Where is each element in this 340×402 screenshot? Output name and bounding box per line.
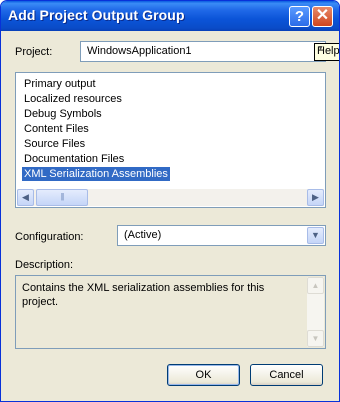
cancel-button[interactable]: Cancel bbox=[250, 364, 323, 386]
scroll-right-button[interactable]: ▶ bbox=[307, 189, 324, 206]
output-group-list[interactable]: Primary output Localized resources Debug S… bbox=[15, 72, 326, 208]
ok-button[interactable]: OK bbox=[167, 364, 240, 386]
project-label: Project: bbox=[15, 46, 53, 58]
chevron-down-icon: ▼ bbox=[317, 45, 324, 52]
title-bar[interactable]: Add Project Output Group ? ✕ bbox=[1, 1, 339, 31]
description-box: Contains the XML serialization assemblie… bbox=[15, 275, 326, 349]
list-item[interactable]: Documentation Files bbox=[22, 152, 126, 166]
chevron-down-icon[interactable]: ▼ bbox=[307, 227, 324, 244]
configuration-dropdown[interactable]: (Active) ▼ bbox=[117, 225, 326, 246]
list-item[interactable]: XML Serialization Assemblies bbox=[22, 167, 170, 181]
list-item[interactable]: Localized resources bbox=[22, 92, 124, 106]
help-button[interactable]: ? bbox=[289, 6, 310, 27]
project-value: WindowsApplication1 bbox=[87, 45, 192, 57]
list-item[interactable]: Debug Symbols bbox=[22, 107, 104, 121]
scroll-left-button[interactable]: ◀ bbox=[17, 189, 34, 206]
scroll-up-button: ▲ bbox=[307, 277, 324, 294]
list-item[interactable]: Primary output bbox=[22, 77, 98, 91]
configuration-label: Configuration: bbox=[15, 231, 84, 243]
add-project-output-group-dialog: Add Project Output Group ? ✕ Project: Wi… bbox=[0, 0, 340, 402]
project-dropdown[interactable]: WindowsApplication1 Help ▼ bbox=[80, 41, 339, 62]
description-text: Contains the XML serialization assemblie… bbox=[22, 282, 265, 308]
list-item[interactable]: Content Files bbox=[22, 122, 91, 136]
window-title: Add Project Output Group bbox=[8, 7, 185, 23]
scrollbar-thumb[interactable]: ||| bbox=[36, 189, 88, 206]
configuration-value: (Active) bbox=[124, 229, 162, 241]
vertical-scrollbar: ▲ ▼ bbox=[307, 277, 324, 347]
description-label: Description: bbox=[15, 259, 74, 271]
horizontal-scrollbar[interactable]: ◀ ||| ▶ bbox=[17, 189, 324, 206]
list-item[interactable]: Source Files bbox=[22, 137, 87, 151]
scroll-down-button: ▼ bbox=[307, 330, 324, 347]
close-button[interactable]: ✕ bbox=[312, 6, 333, 27]
